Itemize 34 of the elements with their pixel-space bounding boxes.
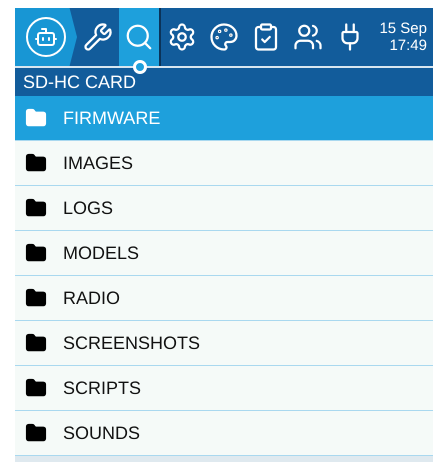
folder-icon (25, 152, 47, 174)
folder-name: SOUNDS (63, 422, 140, 444)
menu-tab[interactable] (119, 8, 161, 66)
folder-name: RADIO (63, 286, 120, 310)
folder-icon (25, 287, 47, 309)
folder-name: LOGS (63, 196, 114, 220)
folder-row[interactable]: SCREENSHOTS (15, 321, 433, 366)
folder-row[interactable]: SCRIPTS (15, 366, 433, 411)
folder-name: SCRIPTS (63, 376, 142, 400)
folder-icon (25, 332, 47, 354)
menu-tab[interactable] (15, 8, 77, 66)
title-text: SD-HC CARD (23, 70, 136, 94)
folder-row[interactable]: LOGS (15, 186, 433, 231)
folder-row[interactable]: IMAGES (15, 141, 433, 186)
folder-name: FIRMWARE (63, 106, 160, 130)
time-text: 17:49 (389, 37, 427, 54)
folder-icon (25, 242, 47, 264)
folder-name: IMAGES (63, 152, 134, 174)
folder-icon (25, 107, 47, 129)
search-icon (124, 22, 154, 52)
folder-name: MODELS (63, 242, 140, 264)
date-text: 15 Sep (379, 20, 427, 37)
folder-icon (25, 197, 47, 219)
folder-icon (25, 422, 47, 444)
folder-row[interactable]: RADIO (15, 276, 433, 321)
robot-icon (26, 17, 66, 57)
folder-name: SCREENSHOTS (63, 332, 200, 354)
users-icon (293, 22, 323, 52)
settings-icon (167, 22, 197, 52)
folder-row[interactable]: SOUNDS (15, 411, 433, 456)
palette-icon (209, 22, 239, 52)
folder-icon (25, 377, 47, 399)
folder-row[interactable]: MODELS (15, 231, 433, 276)
tools-icon (83, 22, 113, 52)
